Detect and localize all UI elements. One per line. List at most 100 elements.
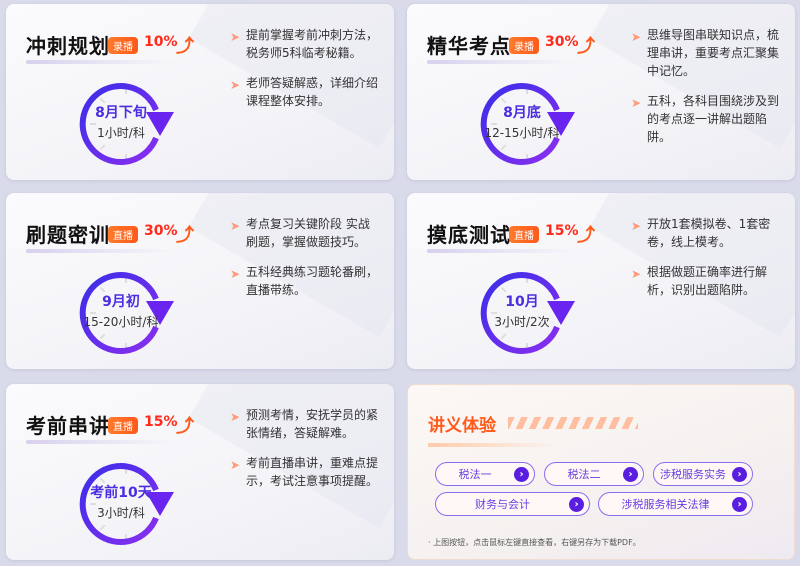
bullet-item: ➤ 预测考情，安抚学员的紧张情绪，答疑解难。	[230, 406, 380, 442]
bullet-text: 预测考情，安抚学员的紧张情绪，答疑解难。	[246, 408, 379, 440]
format-badge: 直播	[108, 417, 138, 434]
arrow-right-icon: ➤	[230, 410, 241, 424]
card-drill-training: 刷题密训 直播 30% ⤴ 9月初 15-20小时/科 ➤ 考点复习关键阶段 实战…	[6, 193, 394, 369]
bullet-text: 考前直播串讲，重难点提示，考试注意事项提醒。	[246, 456, 379, 488]
format-badge: 录播	[509, 37, 539, 54]
bullet-item: ➤ 提前掌握考前冲刺方法，税务师5科临考秘籍。	[230, 26, 380, 62]
title-underline	[26, 249, 176, 253]
schedule-time: 8月下旬	[95, 105, 147, 121]
handout-button-tax-practice[interactable]: 涉税服务实务 ›	[653, 462, 753, 486]
weight-percent: 10%	[144, 34, 178, 50]
schedule-time: 考前10天	[90, 485, 152, 501]
schedule: 9月初 15-20小时/科	[76, 291, 166, 330]
handout-button-tax-law-1[interactable]: 税法一 ›	[435, 462, 535, 486]
arrow-right-icon: ➤	[230, 458, 241, 472]
weight-percent: 30%	[144, 223, 178, 239]
schedule-duration: 3小时/科	[97, 506, 145, 520]
handout-card: 讲义体验 税法一 › 税法二 › 涉税服务实务 › 财务与会计 › 涉税服务相关法律 › …	[407, 384, 795, 560]
weight-percent: 15%	[545, 223, 579, 239]
card-title: 冲刺规划	[26, 34, 110, 58]
button-label: 涉税服务实务	[660, 468, 726, 481]
title-underline	[428, 443, 558, 447]
bullet-list: ➤ 预测考情，安抚学员的紧张情绪，答疑解难。 ➤ 考前直播串讲，重难点提示，考试注意…	[230, 406, 380, 502]
card-title: 刷题密训	[26, 223, 110, 247]
card-mock-test: 摸底测试 直播 15% ⤴ 10月 3小时/2次 ➤ 开放1套模拟卷、1套密卷，线…	[407, 193, 795, 369]
bullet-item: ➤ 思维导图串联知识点，梳理串讲，重要考点汇聚集中记忆。	[631, 26, 781, 80]
card-title: 精华考点	[427, 34, 511, 58]
card-title: 摸底测试	[427, 223, 511, 247]
schedule-time: 10月	[505, 294, 539, 310]
schedule: 10月 3小时/2次	[477, 291, 567, 330]
chevron-right-icon: ›	[569, 497, 584, 512]
chevron-right-icon: ›	[514, 467, 529, 482]
weight-percent: 15%	[144, 414, 178, 430]
format-badge: 录播	[108, 37, 138, 54]
bullet-text: 五科，各科目围绕涉及到的考点逐一讲解出题陷阱。	[647, 94, 780, 144]
handout-button-finance-accounting[interactable]: 财务与会计 ›	[435, 492, 590, 516]
title-underline	[26, 440, 176, 444]
bullet-item: ➤ 五科经典练习题轮番刷，直播带练。	[230, 263, 380, 299]
arrow-right-icon: ➤	[631, 30, 642, 44]
handout-button-tax-law-2[interactable]: 税法二 ›	[544, 462, 644, 486]
card-final-review: 考前串讲 直播 15% ⤴ 考前10天 3小时/科 ➤ 预测考情，安抚学员的紧张情…	[6, 384, 394, 560]
bullet-item: ➤ 考点复习关键阶段 实战刷题，掌握做题技巧。	[230, 215, 380, 251]
schedule-duration: 1小时/科	[97, 126, 145, 140]
bullet-item: ➤ 老师答疑解惑，详细介绍课程整体安排。	[230, 74, 380, 110]
arrow-up-icon: ⤴	[176, 416, 194, 437]
schedule-time: 8月底	[503, 105, 541, 121]
arrow-right-icon: ➤	[230, 78, 241, 92]
button-label: 税法一	[458, 468, 492, 481]
schedule: 8月底 12-15小时/科	[477, 102, 567, 141]
title-underline	[26, 60, 176, 64]
bullet-text: 思维导图串联知识点，梳理串讲，重要考点汇聚集中记忆。	[647, 28, 780, 78]
weight-percent: 30%	[545, 34, 579, 50]
schedule-time: 9月初	[102, 294, 140, 310]
bullet-item: ➤ 考前直播串讲，重难点提示，考试注意事项提醒。	[230, 454, 380, 490]
decor-stripes	[508, 417, 638, 429]
schedule-duration: 3小时/2次	[494, 315, 550, 329]
title-underline	[427, 249, 577, 253]
bullet-item: ➤ 根据做题正确率进行解析，识别出题陷阱。	[631, 263, 781, 299]
handout-note: · 上图按钮，点击鼠标左键直接查看，右键另存为下载PDF。	[428, 538, 641, 547]
bullet-text: 提前掌握考前冲刺方法，税务师5科临考秘籍。	[246, 28, 379, 60]
card-title: 考前串讲	[26, 414, 110, 438]
title-underline	[427, 60, 577, 64]
button-label: 税法二	[567, 468, 601, 481]
arrow-up-icon: ⤴	[176, 36, 194, 57]
arrow-up-icon: ⤴	[577, 225, 595, 246]
handout-title: 讲义体验	[428, 416, 496, 436]
bullet-item: ➤ 开放1套模拟卷、1套密卷，线上模考。	[631, 215, 781, 251]
handout-button-tax-related-law[interactable]: 涉税服务相关法律 ›	[598, 492, 753, 516]
chevron-right-icon: ›	[732, 467, 747, 482]
schedule-duration: 15-20小时/科	[83, 315, 159, 329]
arrow-up-icon: ⤴	[176, 225, 194, 246]
chevron-right-icon: ›	[623, 467, 638, 482]
schedule: 考前10天 3小时/科	[76, 482, 166, 521]
bullet-list: ➤ 提前掌握考前冲刺方法，税务师5科临考秘籍。 ➤ 老师答疑解惑，详细介绍课程整体安…	[230, 26, 380, 122]
chevron-right-icon: ›	[732, 497, 747, 512]
bullet-list: ➤ 思维导图串联知识点，梳理串讲，重要考点汇聚集中记忆。 ➤ 五科，各科目围绕涉及到…	[631, 26, 781, 158]
bullet-text: 开放1套模拟卷、1套密卷，线上模考。	[647, 217, 771, 249]
arrow-right-icon: ➤	[230, 219, 241, 233]
format-badge: 直播	[509, 226, 539, 243]
button-label: 涉税服务相关法律	[621, 498, 710, 511]
bullet-text: 五科经典练习题轮番刷，直播带练。	[246, 265, 379, 297]
arrow-right-icon: ➤	[631, 96, 642, 110]
bullet-text: 老师答疑解惑，详细介绍课程整体安排。	[246, 76, 379, 108]
bullet-list: ➤ 开放1套模拟卷、1套密卷，线上模考。 ➤ 根据做题正确率进行解析，识别出题陷阱。	[631, 215, 781, 311]
bullet-item: ➤ 五科，各科目围绕涉及到的考点逐一讲解出题陷阱。	[631, 92, 781, 146]
schedule: 8月下旬 1小时/科	[76, 102, 166, 141]
card-sprint-plan: 冲刺规划 录播 10% ⤴ 8月下旬 1小时/科 ➤ 提前掌握考前冲刺方法，税务师…	[6, 4, 394, 180]
format-badge: 直播	[108, 226, 138, 243]
button-label: 财务与会计	[475, 498, 530, 511]
arrow-up-icon: ⤴	[577, 36, 595, 57]
arrow-right-icon: ➤	[631, 219, 642, 233]
arrow-right-icon: ➤	[631, 267, 642, 281]
bullet-text: 根据做题正确率进行解析，识别出题陷阱。	[647, 265, 768, 297]
schedule-duration: 12-15小时/科	[484, 126, 560, 140]
bullet-list: ➤ 考点复习关键阶段 实战刷题，掌握做题技巧。 ➤ 五科经典练习题轮番刷，直播带练。	[230, 215, 380, 311]
arrow-right-icon: ➤	[230, 267, 241, 281]
arrow-right-icon: ➤	[230, 30, 241, 44]
card-key-points: 精华考点 录播 30% ⤴ 8月底 12-15小时/科 ➤ 思维导图串联知识点，梳…	[407, 4, 795, 180]
bullet-text: 考点复习关键阶段 实战刷题，掌握做题技巧。	[246, 217, 370, 249]
